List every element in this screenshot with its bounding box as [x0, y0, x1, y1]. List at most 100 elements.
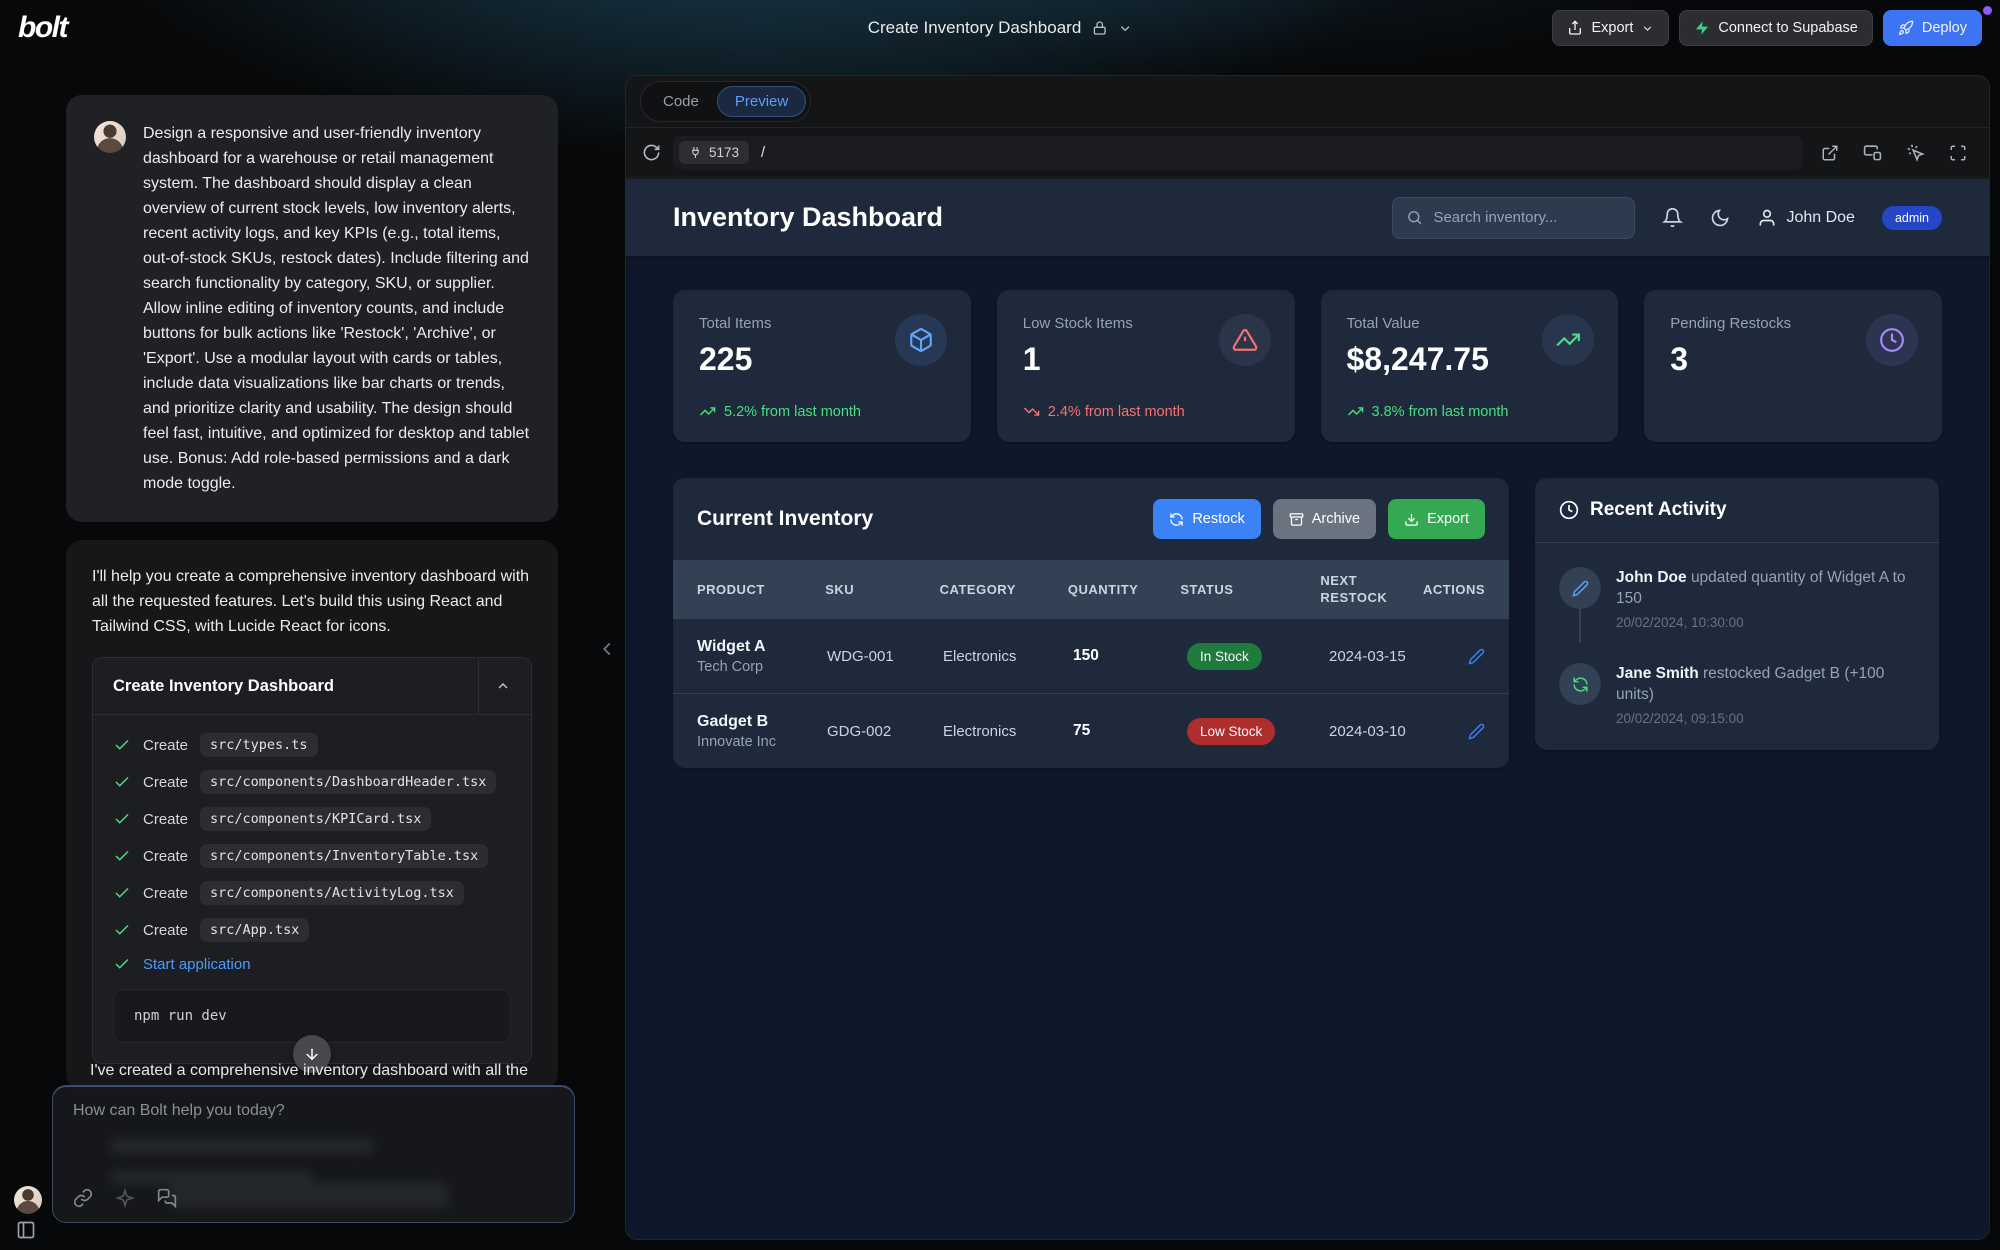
product-name: Widget A [697, 638, 827, 656]
export-table-label: Export [1427, 511, 1469, 527]
package-icon [895, 314, 947, 366]
step-file[interactable]: src/components/InventoryTable.tsx [200, 844, 488, 868]
chevron-down-icon [1117, 21, 1132, 36]
edit-pencil-icon[interactable] [1468, 648, 1485, 665]
archive-label: Archive [1312, 511, 1360, 527]
plan-card-header[interactable]: Create Inventory Dashboard [93, 658, 531, 714]
share-icon [1567, 20, 1583, 36]
step-action: Create [143, 922, 188, 939]
user-name: John Doe [1786, 209, 1855, 227]
step-file[interactable]: src/components/DashboardHeader.tsx [200, 770, 496, 794]
plan-card: Create Inventory Dashboard Create src/ty… [92, 657, 532, 1064]
product-name: Gadget B [697, 713, 827, 731]
deploy-button[interactable]: Deploy [1883, 10, 1982, 46]
port-pill[interactable]: 5173 [679, 141, 749, 164]
project-title: Create Inventory Dashboard [868, 18, 1082, 38]
trend-down-icon [1023, 403, 1040, 420]
recent-activity-title: Recent Activity [1590, 499, 1727, 521]
inventory-table-card: Current Inventory Restock Archive Export [673, 478, 1509, 768]
archive-button[interactable]: Archive [1273, 499, 1376, 539]
activity-item: Jane Smith restocked Gadget B (+100 unit… [1559, 663, 1915, 726]
restock-date-cell: 2024-03-15 [1329, 648, 1433, 665]
activity-user: Jane Smith [1616, 665, 1699, 682]
step-action: Create [143, 885, 188, 902]
plan-card-title: Create Inventory Dashboard [113, 677, 466, 696]
check-icon [113, 773, 131, 791]
activity-item: John Doe updated quantity of Widget A to… [1559, 567, 1915, 630]
dark-mode-toggle-moon-icon[interactable] [1710, 208, 1730, 228]
activity-user: John Doe [1616, 569, 1687, 586]
sparkles-icon[interactable] [115, 1188, 135, 1208]
project-title-dropdown[interactable]: Create Inventory Dashboard [868, 18, 1133, 38]
restock-button[interactable]: Restock [1153, 499, 1260, 539]
step-file[interactable]: src/types.ts [200, 733, 318, 757]
step-file[interactable]: src/App.tsx [200, 918, 309, 942]
export-label: Export [1591, 20, 1633, 36]
tab-preview[interactable]: Preview [717, 86, 806, 117]
refresh-icon [1169, 512, 1184, 527]
search-input[interactable] [1433, 209, 1621, 226]
step-file[interactable]: src/components/ActivityLog.tsx [200, 881, 464, 905]
inventory-search[interactable] [1392, 197, 1635, 239]
url-input[interactable]: 5173 / [673, 136, 1803, 170]
recent-activity-card: Recent Activity John Doe updated quantit… [1535, 478, 1939, 750]
check-icon [113, 736, 131, 754]
account-avatar[interactable] [14, 1186, 42, 1214]
user-menu[interactable]: John Doe [1757, 208, 1855, 228]
open-external-icon[interactable] [1821, 144, 1839, 162]
product-supplier: Tech Corp [697, 659, 827, 675]
quantity-cell[interactable]: 75 [1073, 722, 1187, 740]
assistant-intro-text: I'll help you create a comprehensive inv… [92, 564, 532, 639]
attach-link-icon[interactable] [73, 1188, 93, 1208]
plan-card-body: Create src/types.ts Create src/component… [93, 714, 531, 1063]
col-next-restock: Next Restock [1320, 572, 1423, 606]
user-icon [1757, 208, 1777, 228]
preview-url-bar: 5173 / [626, 128, 1989, 178]
edit-pencil-icon[interactable] [1468, 723, 1485, 740]
kpi-card-total-items: Total Items 225 5.2% from last month [673, 290, 971, 442]
notification-dot [1983, 6, 1992, 15]
rocket-icon [1898, 20, 1914, 36]
connect-supabase-button[interactable]: Connect to Supabase [1679, 10, 1872, 46]
col-actions: Actions [1423, 581, 1485, 598]
chat-collapse-chevron[interactable] [596, 638, 618, 660]
lock-icon [1091, 20, 1107, 36]
supabase-bolt-icon [1694, 20, 1710, 36]
trending-up-icon [1542, 314, 1594, 366]
status-badge: In Stock [1187, 643, 1262, 670]
check-icon [113, 884, 131, 902]
step-action: Create [143, 811, 188, 828]
fullscreen-icon[interactable] [1949, 144, 1967, 162]
start-application-link[interactable]: Start application [143, 956, 251, 973]
export-button[interactable]: Export [1552, 10, 1669, 46]
export-csv-button[interactable]: Export [1388, 499, 1485, 539]
dashboard-title: Inventory Dashboard [673, 202, 943, 233]
bolt-logo[interactable]: bolt [18, 11, 67, 45]
quantity-cell[interactable]: 150 [1073, 647, 1187, 665]
table-row: Widget A Tech Corp WDG-001 Electronics 1… [673, 618, 1509, 693]
inspect-pointer-icon[interactable] [1906, 143, 1925, 162]
trend-up-icon [699, 403, 716, 420]
check-icon [113, 921, 131, 939]
tab-code[interactable]: Code [645, 86, 717, 117]
plan-step: Create src/components/KPICard.tsx [113, 807, 511, 831]
panel-left-toggle-icon[interactable] [16, 1220, 36, 1240]
chevron-down-icon [1641, 22, 1654, 35]
category-cell: Electronics [943, 648, 1073, 665]
bell-icon[interactable] [1662, 207, 1683, 228]
reload-icon[interactable] [642, 143, 661, 162]
table-header-row: Product SKU Category Quantity Status Nex… [673, 560, 1509, 618]
plan-step: Create src/App.tsx [113, 918, 511, 942]
clock-icon [1866, 314, 1918, 366]
activity-timestamp: 20/02/2024, 10:30:00 [1616, 615, 1915, 630]
assistant-closing-text: I've created a comprehensive inventory d… [90, 1062, 560, 1080]
step-action: Create [143, 848, 188, 865]
devices-icon[interactable] [1863, 143, 1882, 162]
step-file[interactable]: src/components/KPICard.tsx [200, 807, 431, 831]
discussion-mode-icon[interactable] [157, 1188, 177, 1208]
role-badge: admin [1882, 206, 1942, 230]
inventory-dashboard-app: Inventory Dashboard John Doe admin Total… [626, 179, 1989, 1239]
plan-step: Create src/types.ts [113, 733, 511, 757]
chevron-up-icon[interactable] [478, 658, 511, 714]
refresh-icon [1559, 663, 1601, 705]
